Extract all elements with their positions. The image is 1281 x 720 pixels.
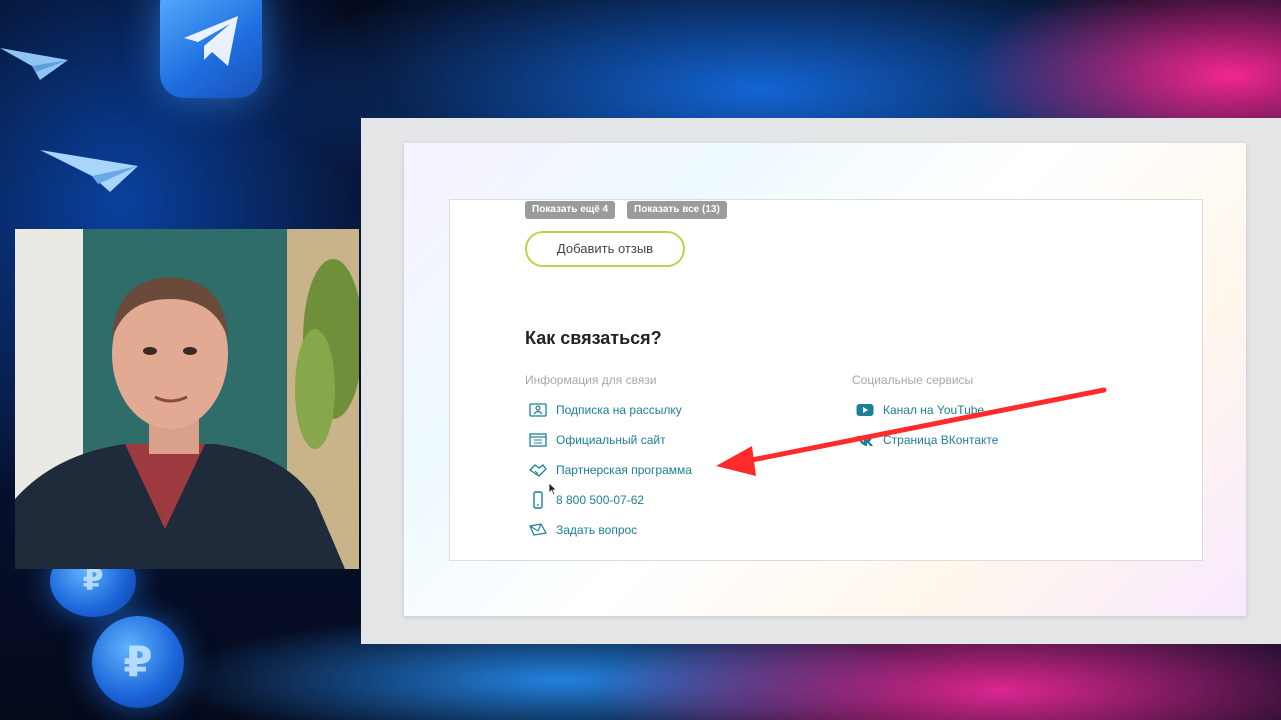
video-frame: ₽ ₽ Показать ещё 4 Показать все (13) Доб… [0, 0, 1281, 720]
annotation-arrow [716, 387, 1107, 476]
